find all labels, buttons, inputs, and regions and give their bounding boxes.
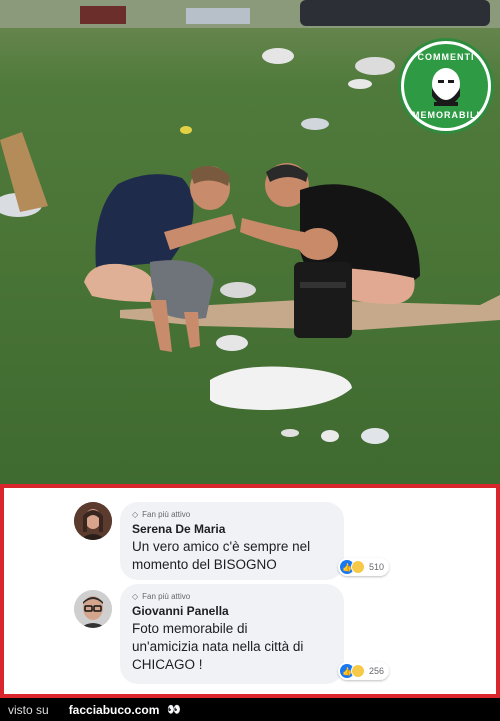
commenti-memorabili-logo: COMMENTI MEMORABILI: [398, 38, 494, 134]
meme-photo: COMMENTI MEMORABILI: [0, 0, 500, 484]
eyes-icon: 👀: [167, 704, 181, 716]
avatar[interactable]: [74, 590, 112, 628]
plastic-bag: [210, 366, 352, 410]
fan-badge-label: Fan più attivo: [142, 510, 191, 519]
fan-badge-label: Fan più attivo: [142, 592, 191, 601]
black-bag: [294, 262, 352, 338]
comment-text-line: Foto memorabile di: [132, 621, 248, 636]
comment-text-line: Un vero amico c'è sempre nel: [132, 539, 311, 554]
woman-avatar-icon: [74, 502, 112, 540]
background-car: [300, 0, 490, 26]
footer-bar: visto su facciabuco.com 👀: [0, 698, 500, 721]
comment-author[interactable]: Serena De Maria: [132, 522, 332, 536]
footer-visto-label: visto su: [8, 702, 49, 717]
footer-site-link[interactable]: facciabuco.com: [69, 703, 160, 717]
comment-author[interactable]: Giovanni Panella: [132, 604, 332, 618]
comment-item: ◇ Fan più attivo Serena De Maria Un vero…: [4, 496, 494, 586]
reaction-count: 256: [369, 666, 385, 676]
comments-panel: ◇ Fan più attivo Serena De Maria Un vero…: [0, 484, 500, 698]
reaction-count: 510: [369, 562, 385, 572]
background-cart: [80, 6, 126, 24]
background-cooler: [186, 8, 250, 24]
man-avatar-icon: [74, 590, 112, 628]
comment-bubble: ◇ Fan più attivo Giovanni Panella Foto m…: [120, 584, 344, 684]
avatar[interactable]: [74, 502, 112, 540]
reaction-summary[interactable]: 👍 256: [338, 662, 390, 680]
reaction-summary[interactable]: 👍 510: [338, 558, 390, 576]
haha-icon: [351, 664, 365, 678]
logo-bottom-text: MEMORABILI: [412, 110, 480, 120]
haha-icon: [351, 560, 365, 574]
comment-text-line: CHICAGO !: [132, 657, 203, 672]
comment-item: ◇ Fan più attivo Giovanni Panella Foto m…: [4, 584, 494, 694]
comment-text-line: momento del BISOGNO: [132, 557, 277, 572]
diamond-icon: ◇: [132, 510, 139, 519]
comment-bubble: ◇ Fan più attivo Serena De Maria Un vero…: [120, 502, 344, 580]
comment-text-line: un'amicizia nata nella città di: [132, 639, 304, 654]
diamond-icon: ◇: [132, 592, 139, 601]
